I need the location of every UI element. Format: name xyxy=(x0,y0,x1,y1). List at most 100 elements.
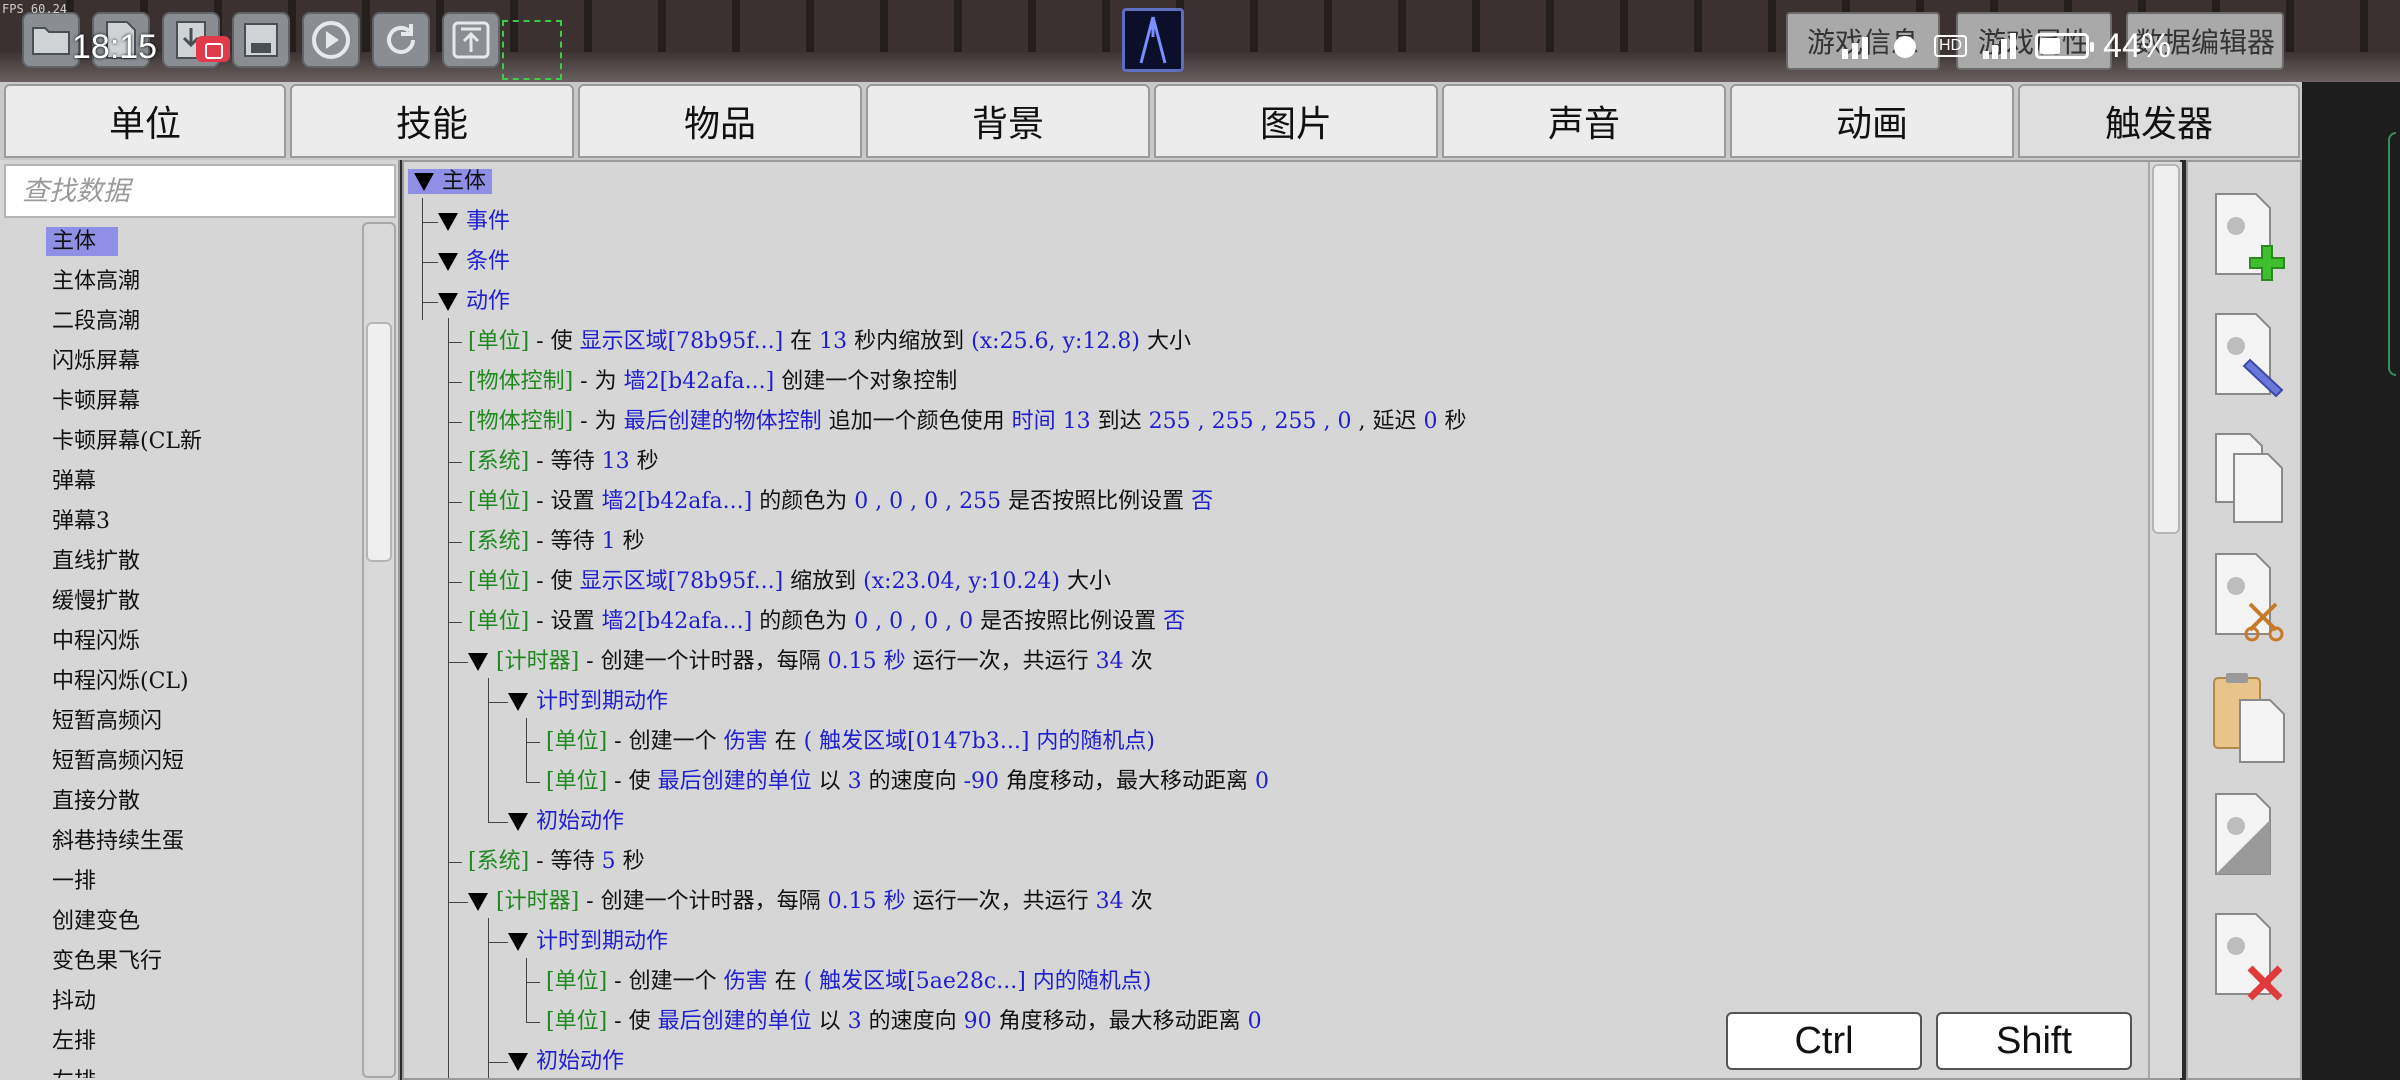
action-row[interactable]: [单位] - 使 最后创建的单位 以 3 的速度向 90 角度移动，最大移动距离… xyxy=(546,1002,1262,1042)
action-param[interactable]: (x:25.6, y:12.8) xyxy=(971,329,1140,354)
edit-trigger-button[interactable] xyxy=(2210,310,2292,406)
action-param[interactable]: 0 , 0 , 0 , 0 xyxy=(854,609,973,634)
action-param[interactable]: 0.15 秒 xyxy=(828,649,906,674)
expand-triangle-icon[interactable] xyxy=(438,293,458,311)
list-item[interactable]: 短暂高频闪 xyxy=(6,702,356,742)
timer-action-row[interactable]: [计时器] - 创建一个计时器，每隔 0.15 秒 运行一次，共运行 34 次 xyxy=(468,882,1153,922)
action-param[interactable]: 34 xyxy=(1096,889,1124,914)
action-param[interactable]: 否 xyxy=(1163,609,1185,634)
action-param[interactable]: 显示区域[78b95f...] xyxy=(580,329,784,354)
action-row[interactable]: [单位] - 创建一个 伤害 在 ( 触发区域[0147b3...] 内的随机点… xyxy=(546,722,1155,762)
list-item[interactable]: 中程闪烁(CL) xyxy=(6,662,356,702)
refresh-button[interactable] xyxy=(372,12,430,68)
delete-button[interactable] xyxy=(2210,910,2292,1006)
list-item[interactable]: 左排 xyxy=(6,1022,356,1062)
list-item[interactable]: 创建变色 xyxy=(6,902,356,942)
tree-scrollbar-thumb[interactable] xyxy=(2152,164,2180,534)
list-item[interactable]: 弹幕3 xyxy=(6,502,356,542)
tab-background[interactable]: 背景 xyxy=(866,84,1150,158)
list-scrollbar[interactable] xyxy=(362,222,396,1078)
expand-triangle-icon[interactable] xyxy=(438,213,458,231)
action-param[interactable]: 伤害 xyxy=(724,969,768,994)
tab-skills[interactable]: 技能 xyxy=(290,84,574,158)
tree-node-condition[interactable]: 条件 xyxy=(438,242,510,282)
tree-node-initial-actions[interactable]: 初始动作 xyxy=(508,802,624,842)
list-item[interactable]: 抖动 xyxy=(6,982,356,1022)
action-param[interactable]: 最后创建的物体控制 xyxy=(624,409,822,434)
tree-node-initial-actions[interactable]: 初始动作 xyxy=(508,1042,624,1078)
list-item[interactable]: 中程闪烁 xyxy=(6,622,356,662)
tab-animation[interactable]: 动画 xyxy=(1730,84,2014,158)
list-item[interactable]: 二段高潮 xyxy=(6,302,356,342)
list-item[interactable]: 缓慢扩散 xyxy=(6,582,356,622)
expand-triangle-icon[interactable] xyxy=(468,893,488,911)
cut-button[interactable] xyxy=(2210,550,2292,646)
list-item[interactable]: 一排 xyxy=(6,862,356,902)
shift-key-button[interactable]: Shift xyxy=(1936,1012,2132,1070)
expand-triangle-icon[interactable] xyxy=(438,253,458,271)
expand-triangle-icon[interactable] xyxy=(414,173,434,191)
copy-button[interactable] xyxy=(2210,430,2292,526)
paste-button[interactable] xyxy=(2210,670,2292,766)
tab-sounds[interactable]: 声音 xyxy=(1442,84,1726,158)
action-param[interactable]: 墙2[b42afa...] xyxy=(602,489,753,514)
action-param[interactable]: ( 触发区域[0147b3...] 内的随机点) xyxy=(804,729,1155,754)
action-row[interactable]: [单位] - 设置 墙2[b42afa...] 的颜色为 0 , 0 , 0 ,… xyxy=(468,482,1213,522)
action-param[interactable]: 显示区域[78b95f...] xyxy=(580,569,784,594)
list-item[interactable]: 主体高潮 xyxy=(6,262,356,302)
upload-button[interactable] xyxy=(442,12,500,68)
action-param[interactable]: 最后创建的单位 xyxy=(658,1009,812,1034)
action-param[interactable]: 0 xyxy=(1248,1009,1262,1034)
ctrl-key-button[interactable]: Ctrl xyxy=(1726,1012,1922,1070)
list-item[interactable]: 斜巷持续生蛋 xyxy=(6,822,356,862)
tab-triggers[interactable]: 触发器 xyxy=(2018,84,2300,158)
character-icon[interactable] xyxy=(1122,8,1184,72)
action-row[interactable]: [系统] - 等待 5 秒 xyxy=(468,842,645,882)
tree-node-event[interactable]: 事件 xyxy=(438,202,510,242)
action-row[interactable]: [系统] - 等待 13 秒 xyxy=(468,442,659,482)
tree-node-action[interactable]: 动作 xyxy=(438,282,510,322)
action-param[interactable]: (x:23.04, y:10.24) xyxy=(863,569,1060,594)
list-item[interactable]: 短暂高频闪短 xyxy=(6,742,356,782)
list-item[interactable]: 直接分散 xyxy=(6,782,356,822)
action-row[interactable]: [物体控制] - 为 最后创建的物体控制 追加一个颜色使用 时间 13 到达 2… xyxy=(468,402,1467,442)
tree-node-expire-actions[interactable]: 计时到期动作 xyxy=(508,682,668,722)
list-item[interactable]: 卡顿屏幕(CL新 xyxy=(6,422,356,462)
action-param[interactable]: 1 xyxy=(602,529,616,554)
action-param[interactable]: 伤害 xyxy=(724,729,768,754)
expand-triangle-icon[interactable] xyxy=(508,693,528,711)
action-param[interactable]: 13 xyxy=(602,449,630,474)
action-param[interactable]: 时间 13 xyxy=(1012,409,1091,434)
tab-units[interactable]: 单位 xyxy=(4,84,286,158)
action-param[interactable]: 3 xyxy=(848,769,862,794)
action-param[interactable]: 最后创建的单位 xyxy=(658,769,812,794)
action-row[interactable]: [物体控制] - 为 墙2[b42afa...] 创建一个对象控制 xyxy=(468,362,957,402)
timer-action-row[interactable]: [计时器] - 创建一个计时器，每隔 0.15 秒 运行一次，共运行 34 次 xyxy=(468,642,1153,682)
action-param[interactable]: 0 , 0 , 0 , 255 xyxy=(854,489,1001,514)
list-item[interactable]: 变色果飞行 xyxy=(6,942,356,982)
action-param[interactable]: 墙2[b42afa...] xyxy=(602,609,753,634)
action-param[interactable]: 0.15 秒 xyxy=(828,889,906,914)
expand-triangle-icon[interactable] xyxy=(468,653,488,671)
tree-scrollbar[interactable] xyxy=(2148,162,2182,1078)
action-param[interactable]: 5 xyxy=(602,849,616,874)
action-param[interactable]: 否 xyxy=(1191,489,1213,514)
action-param[interactable]: 90 xyxy=(964,1009,992,1034)
action-param[interactable]: 0 xyxy=(1255,769,1269,794)
action-row[interactable]: [单位] - 设置 墙2[b42afa...] 的颜色为 0 , 0 , 0 ,… xyxy=(468,602,1185,642)
save-button[interactable] xyxy=(232,12,290,68)
action-row[interactable]: [单位] - 使 显示区域[78b95f...] 在 13 秒内缩放到 (x:2… xyxy=(468,322,1191,362)
tree-node-root[interactable]: 主体 xyxy=(408,162,493,202)
action-param[interactable]: 13 xyxy=(819,329,847,354)
list-item[interactable]: 直线扩散 xyxy=(6,542,356,582)
search-input[interactable] xyxy=(4,164,396,218)
expand-triangle-icon[interactable] xyxy=(508,1053,528,1071)
blank-page-button[interactable] xyxy=(2210,790,2292,886)
action-param[interactable]: 34 xyxy=(1096,649,1124,674)
action-param[interactable]: 255 , 255 , 255 , 0 xyxy=(1149,409,1352,434)
action-row[interactable]: [单位] - 使 显示区域[78b95f...] 缩放到 (x:23.04, y… xyxy=(468,562,1111,602)
tab-items[interactable]: 物品 xyxy=(578,84,862,158)
action-param[interactable]: 墙2[b42afa...] xyxy=(624,369,775,394)
action-row[interactable]: [单位] - 使 最后创建的单位 以 3 的速度向 -90 角度移动，最大移动距… xyxy=(546,762,1269,802)
list-item[interactable]: 闪烁屏幕 xyxy=(6,342,356,382)
